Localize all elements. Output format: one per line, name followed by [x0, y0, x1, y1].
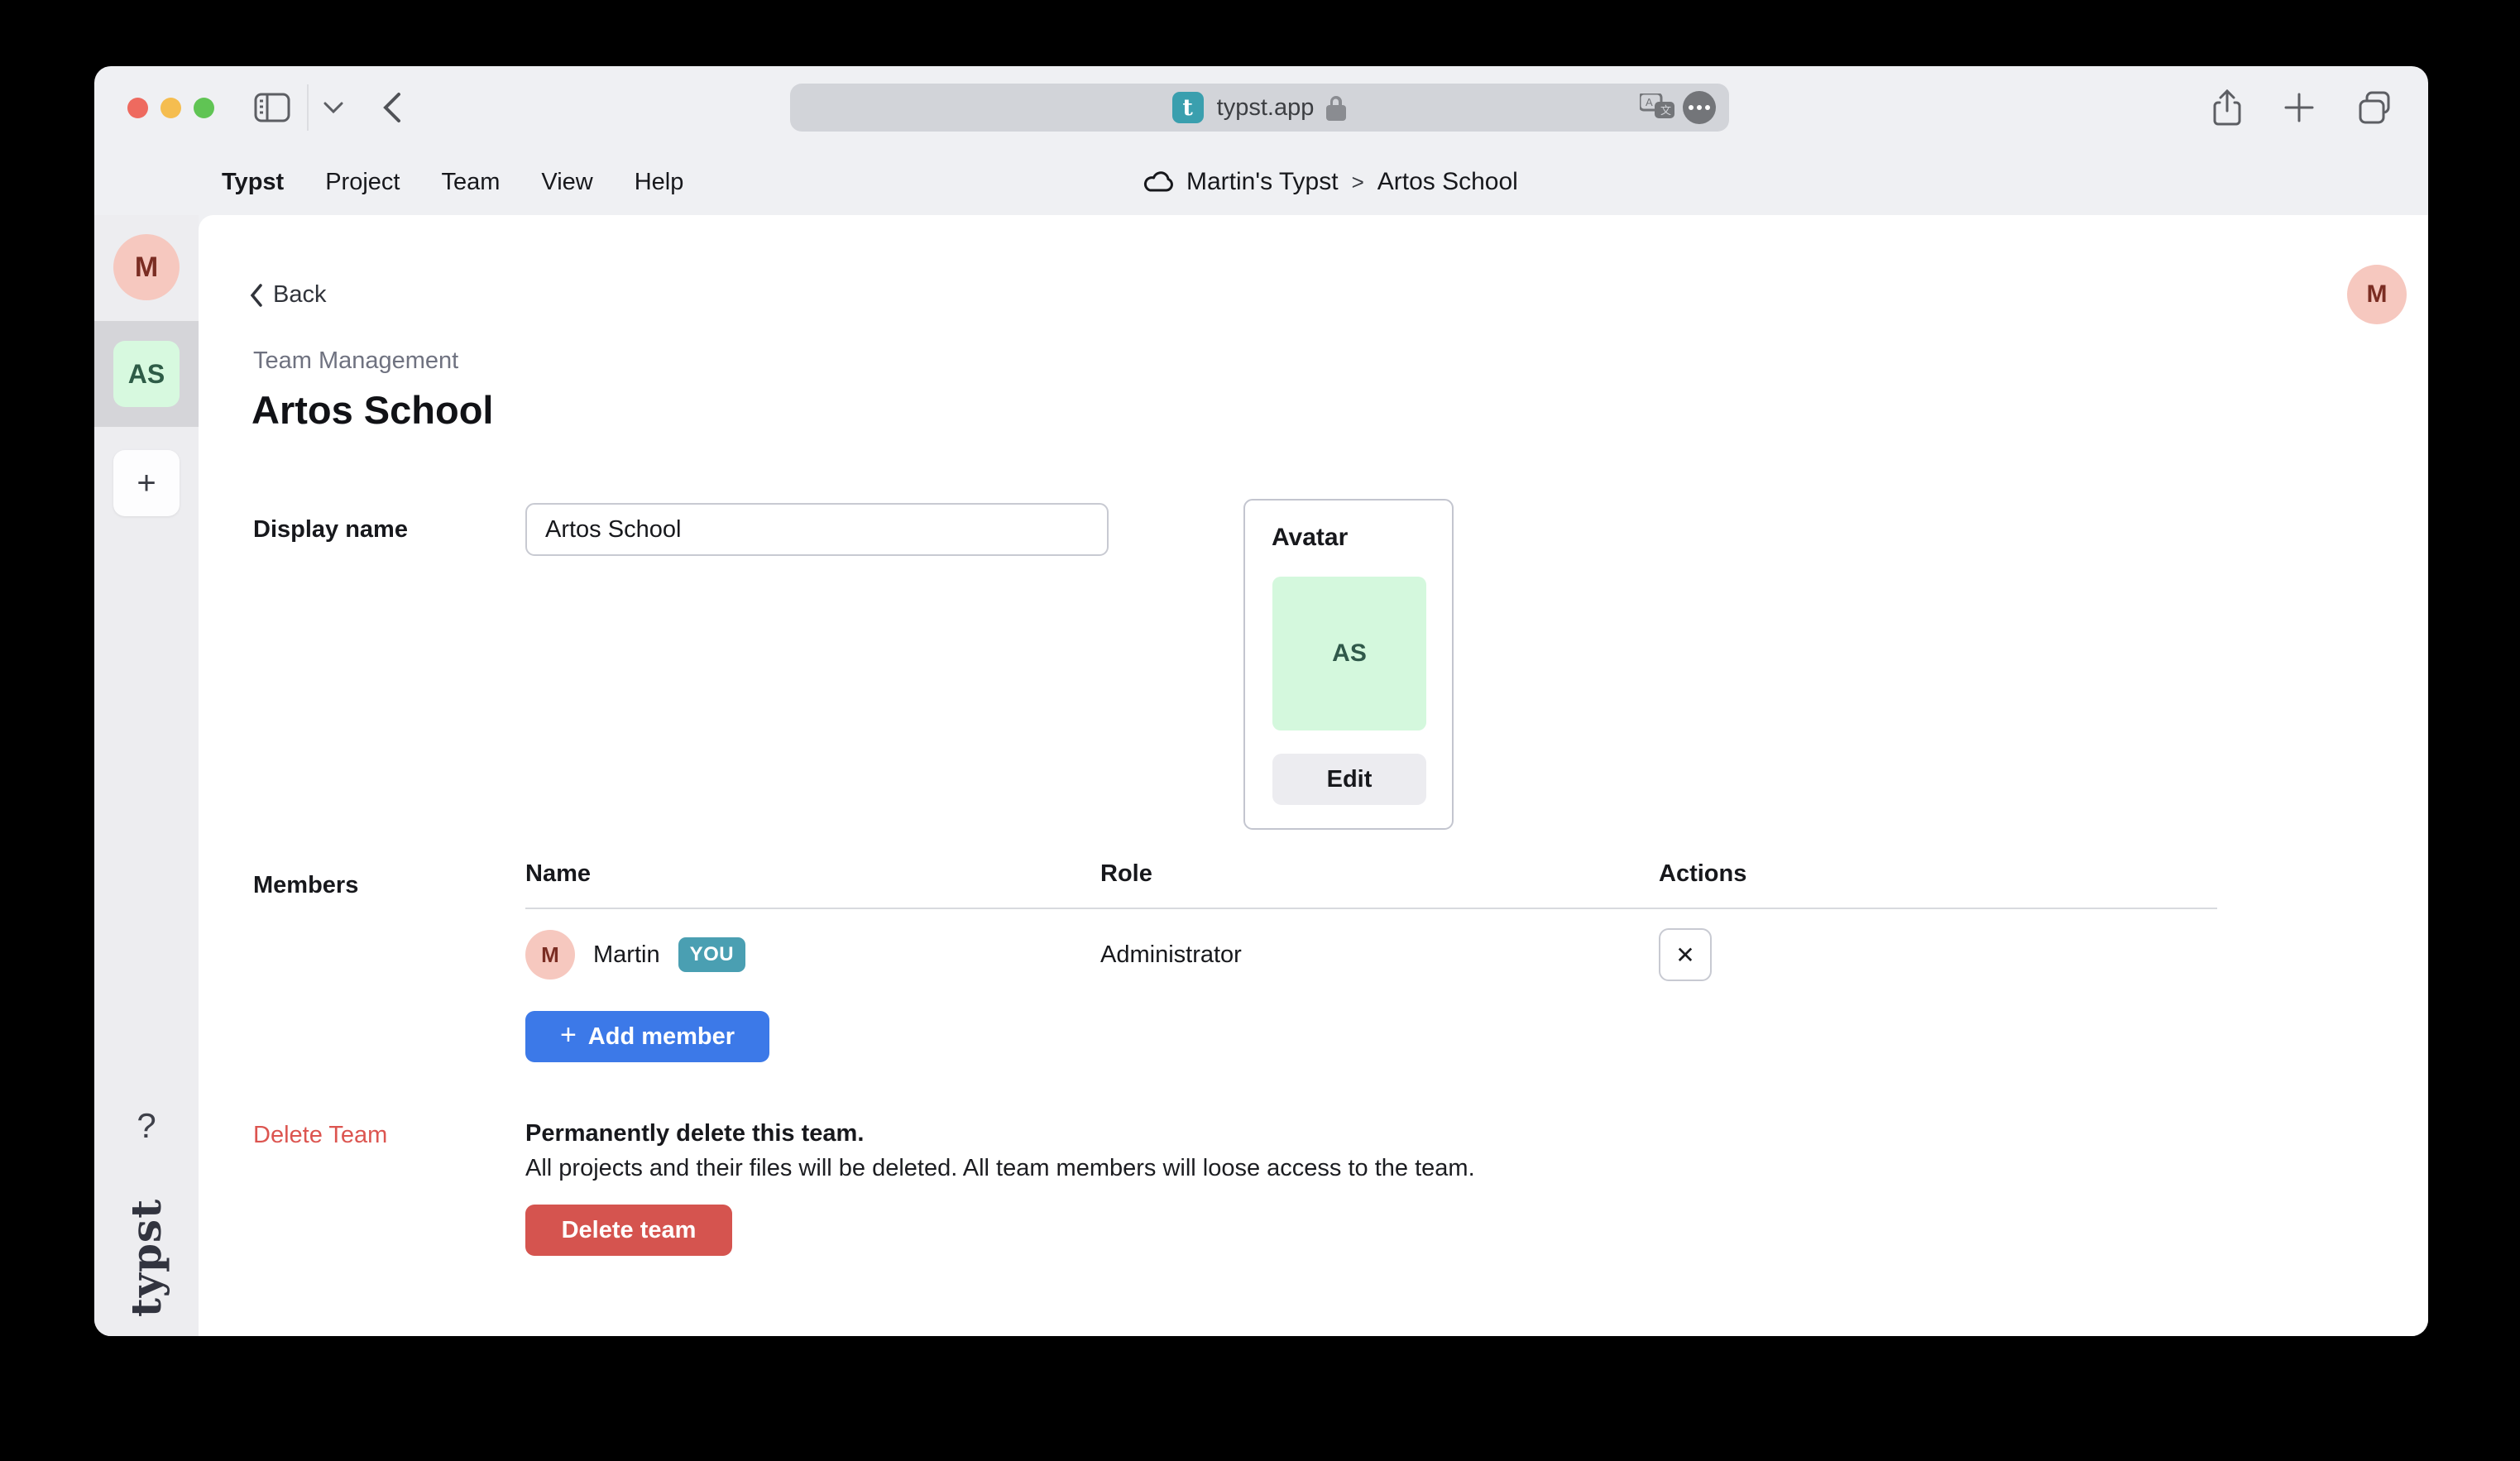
- add-team-button[interactable]: +: [113, 450, 180, 516]
- members-label: Members: [253, 872, 358, 899]
- avatar-card: Avatar AS Edit: [1243, 499, 1454, 830]
- minimize-window-button[interactable]: [160, 98, 181, 118]
- fullscreen-window-button[interactable]: [194, 98, 214, 118]
- back-link[interactable]: Back: [250, 281, 326, 309]
- menu-help[interactable]: Help: [635, 169, 684, 196]
- breadcrumb-separator: >: [1350, 170, 1366, 195]
- sidebar-item-team-selected[interactable]: AS: [94, 321, 199, 427]
- lock-icon: [1325, 93, 1347, 122]
- column-actions: Actions: [1659, 860, 2217, 888]
- translate-icon[interactable]: A 文: [1640, 93, 1674, 122]
- breadcrumb-workspace[interactable]: Martin's Typst: [1186, 168, 1339, 196]
- display-name-input[interactable]: [525, 503, 1109, 556]
- desktop-background: t typst.app A 文: [0, 0, 2520, 1461]
- sidebar-toggle-icon[interactable]: [254, 93, 290, 122]
- url-text: typst.app: [1217, 94, 1315, 122]
- typst-favicon: t: [1172, 92, 1204, 123]
- svg-text:文: 文: [1660, 104, 1671, 117]
- toolbar-divider: [307, 84, 309, 131]
- window-controls: [127, 98, 214, 118]
- address-bar[interactable]: t typst.app A 文: [790, 84, 1729, 132]
- browser-back-icon[interactable]: [383, 92, 401, 123]
- add-member-button[interactable]: + Add member: [525, 1011, 769, 1062]
- more-options-icon[interactable]: [1683, 91, 1716, 124]
- section-eyebrow: Team Management: [253, 347, 458, 375]
- delete-team-label: Delete Team: [253, 1122, 387, 1149]
- help-button[interactable]: ?: [94, 1106, 199, 1146]
- chevron-down-icon[interactable]: [323, 102, 360, 113]
- share-icon[interactable]: [2213, 89, 2241, 126]
- menu-view[interactable]: View: [541, 169, 592, 196]
- workspace-sidebar: M AS + ? typst: [94, 215, 199, 1336]
- breadcrumb[interactable]: Martin's Typst > Artos School: [1142, 149, 1518, 215]
- sidebar-bottom: ? typst: [94, 1106, 199, 1336]
- plus-icon: +: [560, 1019, 577, 1051]
- you-badge: YOU: [678, 937, 746, 972]
- sidebar-user-avatar[interactable]: M: [113, 234, 180, 300]
- member-actions-cell: ✕: [1659, 928, 2217, 981]
- menu-typst[interactable]: Typst: [222, 169, 284, 196]
- delete-team-description: All projects and their files will be del…: [525, 1155, 1475, 1182]
- member-role: Administrator: [1100, 941, 1659, 969]
- svg-text:A: A: [1646, 96, 1653, 108]
- chevron-left-icon: [250, 284, 263, 307]
- member-name-cell: M Martin YOU: [525, 930, 1100, 980]
- avatar-card-title: Avatar: [1272, 524, 1348, 552]
- team-avatar-preview: AS: [1272, 577, 1426, 730]
- back-label: Back: [273, 281, 326, 309]
- new-tab-icon[interactable]: [2284, 93, 2314, 122]
- close-window-button[interactable]: [127, 98, 148, 118]
- member-row: M Martin YOU Administrator ✕: [525, 909, 2217, 1000]
- browser-window: t typst.app A 文: [94, 66, 2428, 1336]
- breadcrumb-team: Artos School: [1377, 168, 1518, 196]
- typst-logo-text: typst: [122, 1198, 171, 1316]
- add-member-label: Add member: [588, 1023, 735, 1051]
- remove-member-button[interactable]: ✕: [1659, 928, 1712, 981]
- members-table-header: Name Role Actions: [525, 860, 2217, 909]
- cloud-icon: [1142, 170, 1175, 194]
- browser-toolbar: t typst.app A 文: [94, 66, 2428, 149]
- toolbar-right-actions: [2213, 66, 2393, 149]
- menu-team[interactable]: Team: [441, 169, 500, 196]
- display-name-label: Display name: [253, 516, 408, 544]
- edit-avatar-button[interactable]: Edit: [1272, 754, 1426, 805]
- tab-overview-icon[interactable]: [2357, 91, 2393, 124]
- typst-logo: typst: [94, 1179, 199, 1336]
- column-name: Name: [525, 860, 1100, 888]
- member-avatar: M: [525, 930, 575, 980]
- member-name: Martin: [593, 941, 660, 969]
- app-body: M AS + ? typst Back: [94, 215, 2428, 1336]
- sidebar-team-avatar: AS: [113, 341, 180, 407]
- menu-project[interactable]: Project: [325, 169, 400, 196]
- members-table: Name Role Actions M Martin YOU Administr…: [525, 860, 2217, 1000]
- column-role: Role: [1100, 860, 1659, 888]
- team-management-page: Back M Team Management Artos School Disp…: [199, 215, 2428, 1336]
- page-title: Artos School: [252, 387, 493, 433]
- delete-team-button[interactable]: Delete team: [525, 1205, 732, 1256]
- app-menubar: Typst Project Team View Help Martin's Ty…: [94, 149, 2428, 215]
- profile-avatar[interactable]: M: [2347, 265, 2407, 324]
- menu-items: Typst Project Team View Help: [222, 169, 683, 196]
- delete-team-heading: Permanently delete this team.: [525, 1120, 864, 1147]
